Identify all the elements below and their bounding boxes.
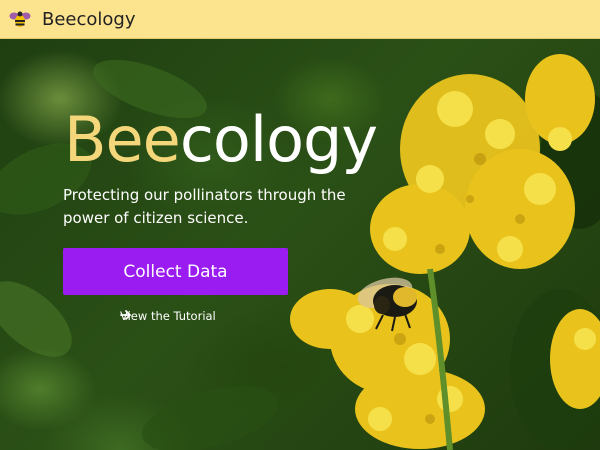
hero-section: Beecology Protecting our pollinators thr… xyxy=(0,39,600,450)
hero-title-cology: cology xyxy=(179,103,378,176)
hero-title: Beecology xyxy=(64,109,378,171)
collect-data-button[interactable]: Collect Data xyxy=(63,248,288,295)
bee-icon[interactable] xyxy=(8,7,32,31)
hero-title-bee: Bee xyxy=(64,103,181,176)
view-tutorial-label: View the Tutorial xyxy=(120,309,216,323)
brand-name[interactable]: Beecology xyxy=(42,9,136,30)
hero-tagline: Protecting our pollinators through the p… xyxy=(63,186,346,227)
view-tutorial-link[interactable]: View the Tutorial xyxy=(120,309,222,323)
hero-background-image xyxy=(0,54,600,450)
top-navbar: Beecology xyxy=(0,0,600,39)
